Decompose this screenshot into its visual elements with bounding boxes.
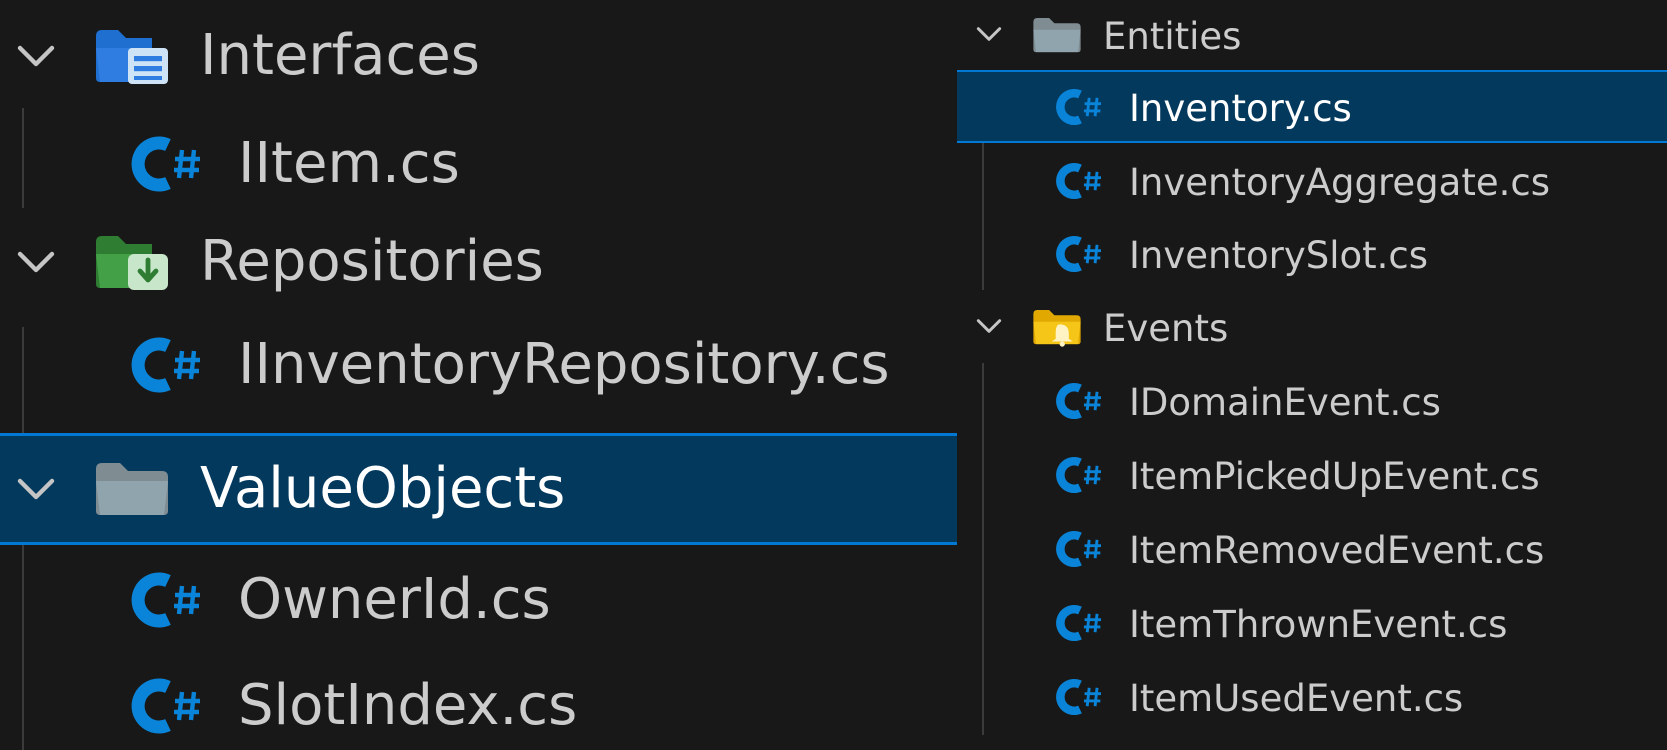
- file-iinventoryrepository[interactable]: IInventoryRepository.cs: [0, 311, 957, 419]
- file-iitem[interactable]: IItem.cs: [0, 110, 957, 218]
- folder-valueobjects[interactable]: ValueObjects: [0, 433, 957, 545]
- explorer-tree-right: Entities Inventory.cs InventoryAggregate…: [957, 0, 1667, 750]
- chevron-down-icon[interactable]: [12, 32, 60, 80]
- file-slotindex[interactable]: SlotIndex.cs: [0, 652, 957, 750]
- file-label: ItemThrownEvent.cs: [1129, 603, 1508, 646]
- file-itemusedevent[interactable]: ItemUsedEvent.cs: [957, 662, 1667, 735]
- folder-events[interactable]: Events: [957, 292, 1667, 365]
- folder-label: ValueObjects: [200, 456, 566, 521]
- file-inventoryslot[interactable]: InventorySlot.cs: [957, 219, 1667, 292]
- csharp-file-icon: [1055, 380, 1105, 422]
- csharp-file-icon: [1055, 86, 1105, 128]
- chevron-down-icon[interactable]: [973, 310, 1005, 342]
- explorer-screenshot: Interfaces IItem.cs Repositories IInvent…: [0, 0, 1667, 750]
- file-idomainevent[interactable]: IDomainEvent.cs: [957, 366, 1667, 439]
- file-label: InventorySlot.cs: [1129, 234, 1429, 277]
- file-label: IItem.cs: [238, 131, 460, 196]
- file-label: OwnerId.cs: [238, 567, 551, 632]
- repository-folder-icon: [92, 230, 172, 294]
- file-label: InventoryAggregate.cs: [1129, 161, 1550, 204]
- file-label: IInventoryRepository.cs: [238, 332, 890, 397]
- file-label: ItemRemovedEvent.cs: [1129, 529, 1545, 572]
- csharp-file-icon: [130, 568, 206, 632]
- chevron-down-icon[interactable]: [12, 238, 60, 286]
- folder-label: Interfaces: [200, 23, 480, 88]
- csharp-file-icon: [1055, 602, 1105, 644]
- file-ownerid[interactable]: OwnerId.cs: [0, 546, 957, 654]
- folder-open-icon: [1030, 14, 1084, 56]
- file-itemremovedevent[interactable]: ItemRemovedEvent.cs: [957, 514, 1667, 587]
- chevron-down-icon[interactable]: [12, 465, 60, 513]
- csharp-file-icon: [1055, 528, 1105, 570]
- file-label: IDomainEvent.cs: [1129, 381, 1441, 424]
- csharp-file-icon: [1055, 454, 1105, 496]
- file-itemthrownevent[interactable]: ItemThrownEvent.cs: [957, 588, 1667, 661]
- folder-entities[interactable]: Entities: [957, 0, 1667, 73]
- file-label: ItemPickedUpEvent.cs: [1129, 455, 1540, 498]
- csharp-file-icon: [1055, 233, 1105, 275]
- file-inventory[interactable]: Inventory.cs: [957, 70, 1667, 143]
- file-inventoryaggregate[interactable]: InventoryAggregate.cs: [957, 146, 1667, 219]
- file-itempickedupevent[interactable]: ItemPickedUpEvent.cs: [957, 440, 1667, 513]
- folder-label: Entities: [1103, 15, 1242, 58]
- folder-label: Events: [1103, 307, 1229, 350]
- file-label: SlotIndex.cs: [238, 673, 578, 738]
- folder-label: Repositories: [200, 229, 544, 294]
- explorer-tree-left: Interfaces IItem.cs Repositories IInvent…: [0, 0, 957, 750]
- folder-repositories[interactable]: Repositories: [0, 208, 957, 316]
- csharp-file-icon: [130, 132, 206, 196]
- file-label: ItemUsedEvent.cs: [1129, 677, 1464, 720]
- events-folder-icon: [1030, 306, 1084, 348]
- csharp-file-icon: [130, 333, 206, 397]
- chevron-down-icon[interactable]: [973, 18, 1005, 50]
- file-label: Inventory.cs: [1129, 87, 1352, 130]
- folder-interfaces[interactable]: Interfaces: [0, 2, 957, 110]
- csharp-file-icon: [130, 674, 206, 738]
- folder-open-icon: [92, 457, 172, 521]
- csharp-file-icon: [1055, 160, 1105, 202]
- csharp-file-icon: [1055, 676, 1105, 718]
- interfaces-folder-icon: [92, 24, 172, 88]
